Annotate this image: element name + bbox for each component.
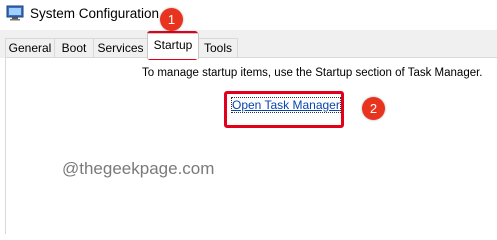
tab-services[interactable]: Services (93, 38, 148, 57)
startup-info-text: To manage startup items, use the Startup… (142, 67, 483, 79)
title-bar: System Configuration (0, 0, 497, 30)
tab-tools[interactable]: Tools (198, 38, 238, 57)
watermark-text: @thegeekpage.com (62, 159, 215, 178)
tab-startup[interactable]: Startup (147, 33, 199, 59)
task-manager-link-highlight (224, 91, 344, 128)
window-title: System Configuration (30, 6, 160, 21)
step-marker-1: 1 (160, 8, 183, 31)
tab-strip: General Boot Services Startup Tools (0, 30, 497, 59)
startup-panel (5, 57, 497, 234)
step-marker-2: 2 (362, 97, 385, 120)
tab-boot[interactable]: Boot (54, 38, 94, 57)
system-configuration-icon (6, 5, 24, 21)
tab-general[interactable]: General (5, 38, 55, 57)
